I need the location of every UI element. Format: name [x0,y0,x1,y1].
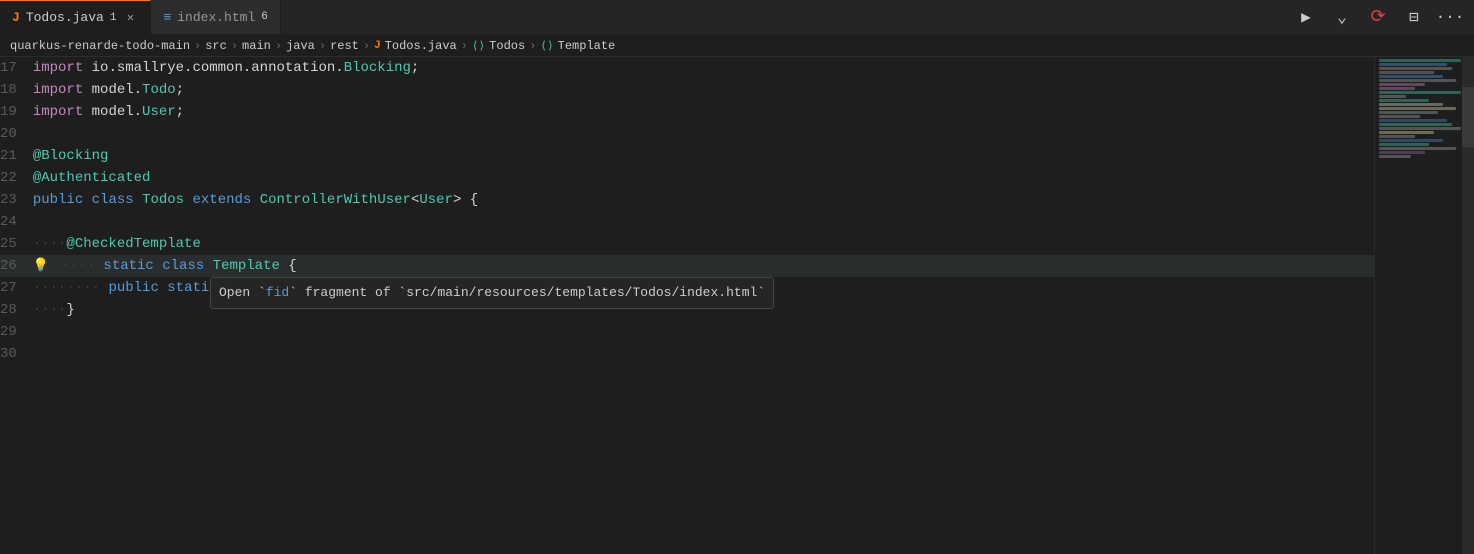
tab-todos-java[interactable]: J Todos.java 1 ✕ [0,0,151,34]
minimap-content [1375,57,1474,161]
toolbar-right: ▶ ⌄ ⟳ ⊟ ··· [1292,3,1474,31]
run-dropdown-icon: ⌄ [1337,7,1347,27]
code-line-29: 29 [0,321,1374,343]
tabs-container: J Todos.java 1 ✕ ≡ index.html 6 [0,0,281,34]
breadcrumb-template-label: Template [558,39,616,53]
code-line-21: 21 @Blocking [0,145,1374,167]
code-line-18: 18 import model.Todo; [0,79,1374,101]
breadcrumb-project[interactable]: quarkus-renarde-todo-main [10,39,190,53]
tab-index-html-dirty: 6 [261,11,268,23]
split-icon: ⊟ [1409,7,1419,27]
code-line-25: 25 ····@CheckedTemplate [0,233,1374,255]
breadcrumb-class-template[interactable]: ⟨⟩ Template [540,39,615,53]
reload-button[interactable]: ⟳ [1364,3,1392,31]
tab-todos-java-dirty: 1 [110,12,117,24]
tab-index-html-label: index.html [177,10,255,25]
split-editor-button[interactable]: ⊟ [1400,3,1428,31]
tab-todos-java-close[interactable]: ✕ [122,10,138,26]
tab-todos-java-label: Todos.java [26,10,104,25]
minimap-scrollbar[interactable] [1462,57,1474,554]
run-icon: ▶ [1301,7,1311,27]
breadcrumb-main[interactable]: main [242,39,271,53]
editor-area: 17 import io.smallrye.common.annotation.… [0,57,1474,554]
html-icon: ≡ [163,10,171,25]
code-line-19: 19 import model.User; [0,101,1374,123]
more-icon: ··· [1436,8,1465,26]
tab-index-html[interactable]: ≡ index.html 6 [151,0,280,34]
breadcrumb-java-icon: J [374,40,381,52]
code-line-20: 20 [0,123,1374,145]
code-line-26: 26 💡 ···· static class Template { Open `… [0,255,1374,277]
breadcrumb-class-todos[interactable]: ⟨⟩ Todos [472,39,525,53]
minimap [1374,57,1474,554]
breadcrumb-src[interactable]: src [205,39,227,53]
code-line-24: 24 [0,211,1374,233]
code-line-30: 30 [0,343,1374,365]
code-line-17: 17 import io.smallrye.common.annotation.… [0,57,1374,79]
breadcrumb-class-icon-1: ⟨⟩ [472,39,485,53]
breadcrumb: quarkus-renarde-todo-main › src › main ›… [0,35,1474,57]
run-button[interactable]: ▶ [1292,3,1320,31]
code-line-23: 23 public class Todos extends Controller… [0,189,1374,211]
code-tooltip: Open `fid` fragment of `src/main/resourc… [210,277,774,309]
minimap-viewport [1462,87,1474,147]
lightbulb-icon: 💡 [33,258,49,273]
breadcrumb-file[interactable]: J Todos.java [374,39,457,53]
code-line-22: 22 @Authenticated [0,167,1374,189]
breadcrumb-class-icon-2: ⟨⟩ [540,39,553,53]
breadcrumb-rest[interactable]: rest [330,39,359,53]
run-dropdown-button[interactable]: ⌄ [1328,3,1356,31]
reload-icon: ⟳ [1370,6,1385,28]
more-actions-button[interactable]: ··· [1436,3,1464,31]
tab-bar: J Todos.java 1 ✕ ≡ index.html 6 ▶ ⌄ ⟳ ⊟ … [0,0,1474,35]
java-icon: J [12,10,20,25]
breadcrumb-java[interactable]: java [286,39,315,53]
